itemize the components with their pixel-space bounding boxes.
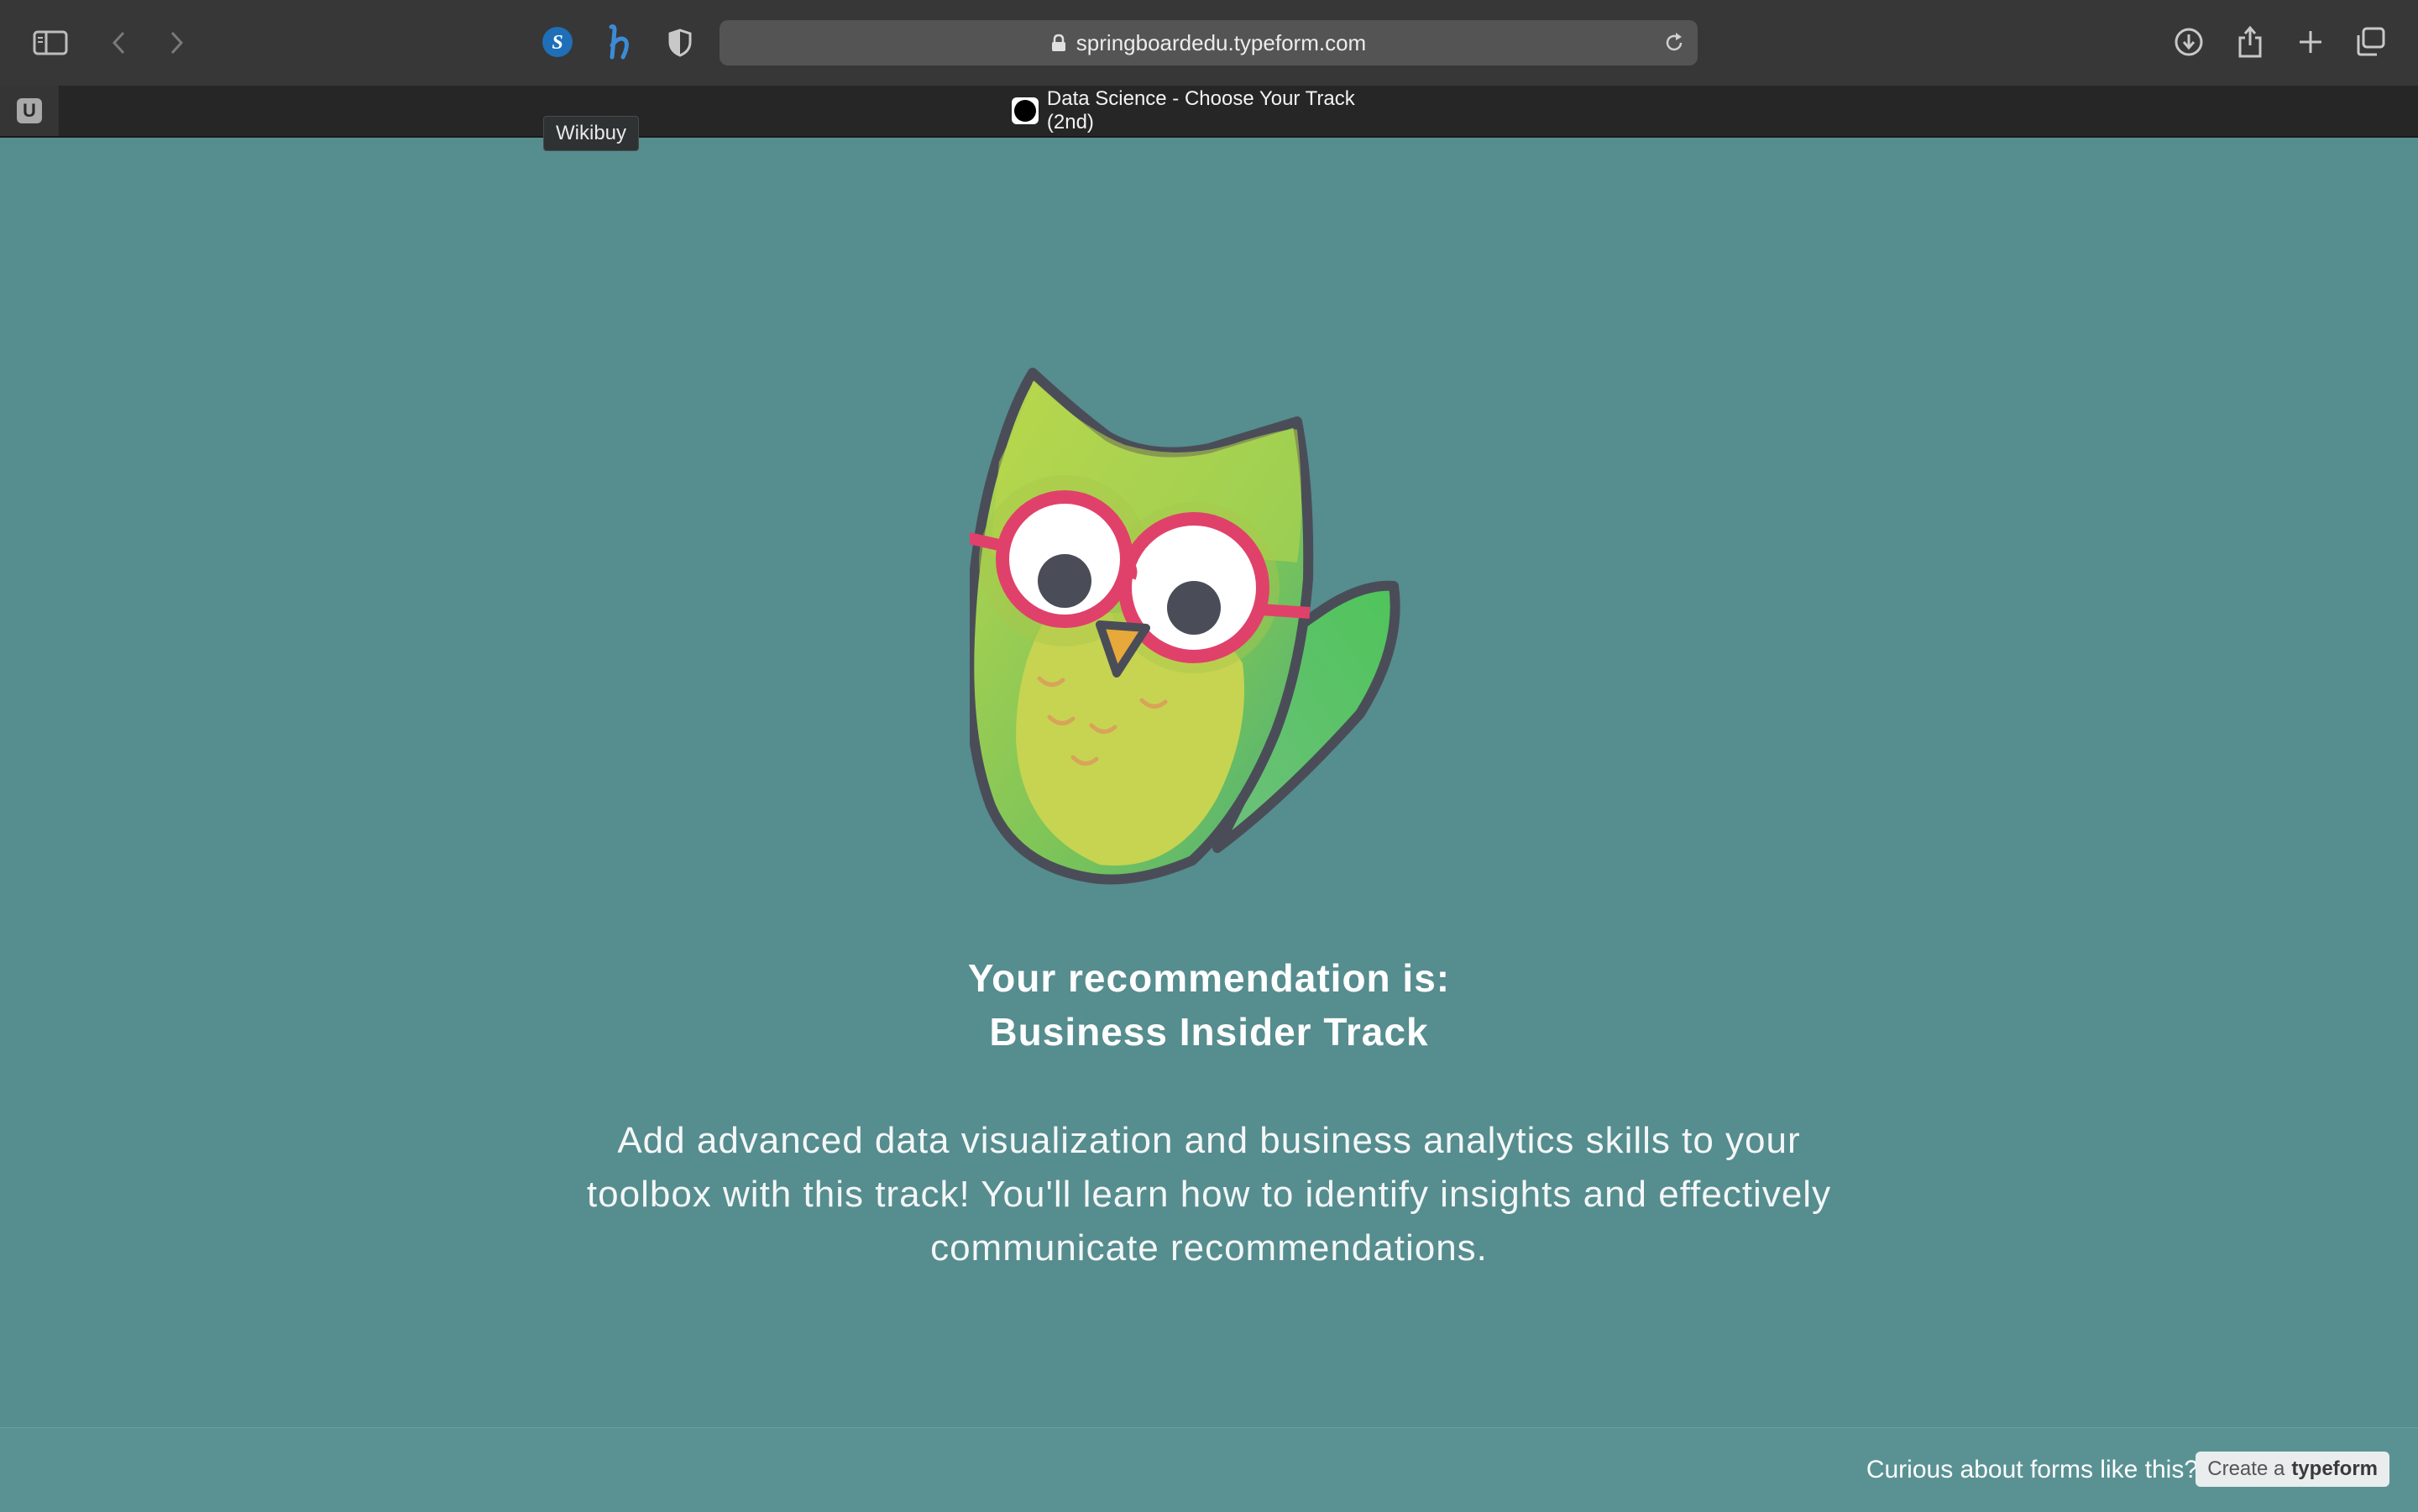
owl-illustration	[966, 361, 1419, 890]
typeform-footer: Curious about forms like this? Create a …	[0, 1427, 2418, 1512]
reload-icon[interactable]	[1662, 31, 1686, 60]
typeform-favicon-icon	[1012, 97, 1039, 124]
tab-title: Data Science - Choose Your Track (2nd)	[1046, 87, 1355, 133]
back-arrow-icon[interactable]	[106, 27, 131, 59]
lock-icon	[1051, 34, 1066, 52]
pinned-tab-letter: U	[17, 98, 42, 123]
typeform-brand-label: typeform	[2291, 1457, 2378, 1480]
recommended-track-name: Business Insider Track	[989, 1010, 1429, 1054]
create-button-prefix: Create a	[2207, 1457, 2285, 1480]
browser-toolbar: S springboardedu.typeform.com	[0, 0, 2418, 86]
recommendation-heading: Your recommendation is: Business Insider…	[0, 951, 2418, 1059]
downloads-icon[interactable]	[2173, 25, 2205, 59]
forward-arrow-icon[interactable]	[165, 27, 190, 59]
tab-overview-icon[interactable]	[2354, 25, 2388, 59]
svg-text:S: S	[552, 32, 563, 54]
share-icon[interactable]	[2235, 24, 2265, 60]
url-text: springboardedu.typeform.com	[1076, 29, 1367, 55]
privacy-shield-icon[interactable]	[665, 27, 695, 59]
recommendation-label: Your recommendation is:	[967, 956, 1451, 1000]
pinned-tab[interactable]: U	[0, 86, 59, 136]
active-tab[interactable]: Data Science - Choose Your Track (2nd)	[1012, 86, 1406, 136]
sidebar-toggle-icon[interactable]	[32, 27, 69, 59]
footer-prompt: Curious about forms like this?	[1866, 1456, 2198, 1483]
shopback-icon[interactable]: S	[541, 25, 574, 59]
create-typeform-button[interactable]: Create a typeform	[2196, 1452, 2389, 1487]
track-description: Add advanced data visualization and busi…	[586, 1120, 1832, 1269]
new-tab-icon[interactable]	[2295, 27, 2326, 57]
extension-tooltip: Wikibuy	[543, 116, 640, 151]
honey-icon[interactable]	[601, 24, 638, 60]
address-bar[interactable]: springboardedu.typeform.com	[720, 20, 1698, 65]
